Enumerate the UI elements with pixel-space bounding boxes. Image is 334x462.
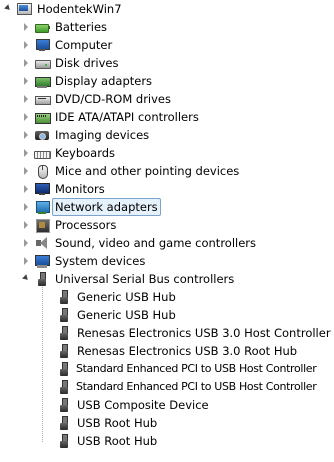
usb-icon <box>56 397 72 413</box>
category-label: Universal Serial Bus controllers <box>55 272 235 286</box>
usb-device-item[interactable]: Generic USB Hub <box>56 306 178 324</box>
expand-arrow-icon[interactable] <box>20 36 32 54</box>
category-label: Display adapters <box>55 74 153 88</box>
network-adapter-icon <box>34 199 50 215</box>
device-label: Renesas Electronics USB 3.0 Root Hub <box>77 344 298 358</box>
category-processors[interactable]: Processors <box>20 216 118 234</box>
category-label: Imaging devices <box>55 128 150 142</box>
category-label: IDE ATA/ATAPI controllers <box>55 110 199 124</box>
expand-arrow-icon[interactable] <box>20 72 32 90</box>
usb-device-item[interactable]: USB Composite Device <box>56 396 211 414</box>
category-label: Batteries <box>55 20 108 34</box>
device-label: Standard Enhanced PCI to USB Host Contro… <box>76 362 317 375</box>
disk-drive-icon <box>34 55 51 71</box>
usb-device-item[interactable]: Renesas Electronics USB 3.0 Host Control… <box>56 324 333 342</box>
usb-icon <box>34 271 50 287</box>
expand-arrow-icon[interactable] <box>20 144 32 162</box>
device-label: USB Composite Device <box>77 398 209 412</box>
device-label: Renesas Electronics USB 3.0 Host Control… <box>77 326 331 340</box>
category-display-adapters[interactable]: Display adapters <box>20 72 154 90</box>
category-label: Keyboards <box>55 146 116 160</box>
usb-device-item[interactable]: Standard Enhanced PCI to USB Host Contro… <box>56 360 317 378</box>
processor-icon <box>34 217 50 233</box>
usb-icon <box>56 289 72 305</box>
usb-icon <box>56 379 72 395</box>
speaker-icon <box>34 235 50 251</box>
device-label: USB Root Hub <box>77 416 158 430</box>
category-label: Sound, video and game controllers <box>55 236 257 250</box>
usb-icon <box>56 361 72 377</box>
usb-device-item[interactable]: Generic USB Hub <box>56 288 178 306</box>
collapse-arrow-icon[interactable] <box>20 270 32 288</box>
battery-icon <box>34 19 50 35</box>
category-batteries[interactable]: Batteries <box>20 18 109 36</box>
tree-root-label: HodentekWin7 <box>37 2 122 16</box>
camera-icon <box>34 127 50 143</box>
device-label: Generic USB Hub <box>77 290 176 304</box>
usb-icon <box>56 343 72 359</box>
usb-icon <box>56 433 72 449</box>
category-dvd-cd-rom-drives[interactable]: DVD/CD-ROM drives <box>20 90 173 108</box>
usb-device-item[interactable]: Renesas Electronics USB 3.0 Root Hub <box>56 342 299 360</box>
keyboard-icon <box>34 145 51 161</box>
display-adapter-icon <box>34 73 51 89</box>
category-disk-drives[interactable]: Disk drives <box>20 54 120 72</box>
system-device-icon <box>34 253 50 269</box>
usb-device-item[interactable]: USB Root Hub <box>56 414 159 432</box>
device-label: USB Root Hub <box>77 434 158 448</box>
category-imaging-devices[interactable]: Imaging devices <box>20 126 151 144</box>
category-keyboards[interactable]: Keyboards <box>20 144 117 162</box>
expand-arrow-icon[interactable] <box>20 108 32 126</box>
usb-device-item[interactable]: Standard Enhanced PCI to USB Host Contro… <box>56 378 317 396</box>
category-usb-controllers[interactable]: Universal Serial Bus controllers <box>20 270 236 288</box>
category-label: Network adapters <box>52 198 161 216</box>
dvd-drive-icon <box>34 91 51 107</box>
device-tree[interactable]: HodentekWin7 Batteries Computer Disk dri… <box>0 0 334 462</box>
expand-arrow-icon[interactable] <box>20 234 32 252</box>
category-label: DVD/CD-ROM drives <box>55 92 171 106</box>
expand-arrow-icon[interactable] <box>20 18 32 36</box>
expand-arrow-icon[interactable] <box>20 162 32 180</box>
category-network-adapters[interactable]: Network adapters <box>20 198 161 216</box>
mouse-icon <box>34 163 50 179</box>
collapse-arrow-icon[interactable] <box>2 0 14 18</box>
category-sound-video-game[interactable]: Sound, video and game controllers <box>20 234 258 252</box>
usb-icon <box>56 415 72 431</box>
expand-arrow-icon[interactable] <box>20 126 32 144</box>
usb-icon <box>56 325 72 341</box>
category-label: System devices <box>55 254 146 268</box>
category-label: Computer <box>55 38 113 52</box>
tree-guide-line <box>42 287 43 442</box>
expand-arrow-icon[interactable] <box>20 216 32 234</box>
category-label: Disk drives <box>55 56 119 70</box>
device-label: Standard Enhanced PCI to USB Host Contro… <box>76 380 317 393</box>
expand-arrow-icon[interactable] <box>20 180 32 198</box>
expand-arrow-icon[interactable] <box>20 54 32 72</box>
category-monitors[interactable]: Monitors <box>20 180 107 198</box>
category-ide-controllers[interactable]: IDE ATA/ATAPI controllers <box>20 108 201 126</box>
expand-arrow-icon[interactable] <box>20 252 32 270</box>
expand-arrow-icon[interactable] <box>20 90 32 108</box>
category-label: Mice and other pointing devices <box>55 164 240 178</box>
monitor-icon <box>34 181 50 197</box>
category-label: Processors <box>55 218 117 232</box>
usb-device-item[interactable]: USB Root Hub <box>56 432 159 450</box>
device-label: Generic USB Hub <box>77 308 176 322</box>
tree-root-node[interactable]: HodentekWin7 <box>2 0 124 18</box>
category-computer[interactable]: Computer <box>20 36 114 54</box>
category-label: Monitors <box>55 182 105 196</box>
category-mice[interactable]: Mice and other pointing devices <box>20 162 241 180</box>
computer-icon <box>34 37 50 53</box>
ide-controller-icon <box>34 109 51 125</box>
computer-icon <box>16 1 32 17</box>
category-system-devices[interactable]: System devices <box>20 252 147 270</box>
usb-icon <box>56 307 72 323</box>
expand-arrow-icon[interactable] <box>20 198 32 216</box>
